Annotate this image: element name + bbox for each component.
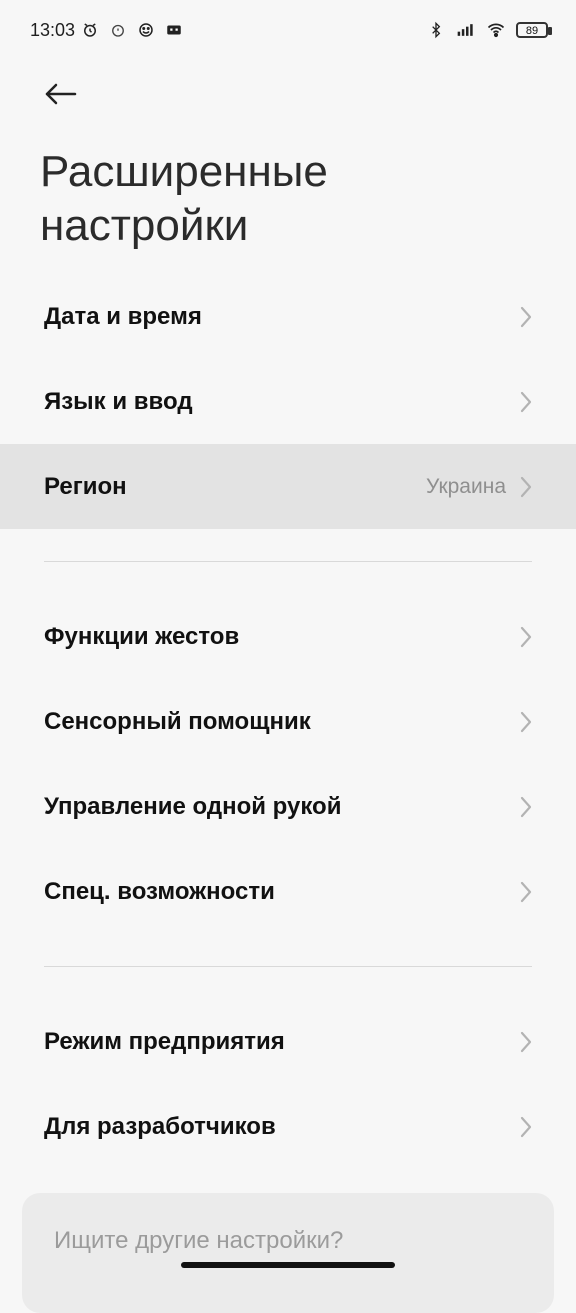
settings-row-right [520,711,532,733]
battery-icon: 89 [516,22,552,38]
settings-row-label: Спец. возможности [44,877,275,905]
settings-row-right [520,1031,532,1053]
page-title-line-2: настройки [40,201,249,250]
arrow-left-icon [45,83,77,105]
settings-row-region[interactable]: Регион Украина [0,444,576,529]
battery-level: 89 [525,25,539,37]
search-other-settings-card[interactable]: Ищите другие настройки? [22,1193,554,1313]
section-divider [44,561,532,562]
status-bar: 13:03 89 [0,0,576,64]
chevron-right-icon [520,391,532,412]
settings-row-gestures[interactable]: Функции жестов [0,594,576,679]
settings-row-touch-assistant[interactable]: Сенсорный помощник [0,679,576,764]
settings-row-right [520,391,532,413]
settings-row-label: Управление одной рукой [44,792,342,820]
settings-row-right [520,1116,532,1138]
wifi-icon [486,20,506,40]
settings-row-label: Сенсорный помощник [44,707,311,735]
settings-row-right: Украина [426,475,532,499]
alarm-outline-icon [108,20,128,40]
signal-icon [456,20,476,40]
settings-list: Дата и время Язык и ввод Регион Украина … [0,274,576,1169]
settings-row-developers[interactable]: Для разработчиков [0,1084,576,1169]
page-title-line-1: Расширенные [40,147,328,196]
game-icon [164,20,184,40]
settings-row-label: Язык и ввод [44,387,193,415]
alarm-icon [80,20,100,40]
status-time: 13:03 [30,20,76,40]
search-other-settings-text: Ищите другие настройки? [54,1227,344,1254]
settings-row-value: Украина [426,474,506,498]
chevron-right-icon [520,711,532,732]
home-indicator[interactable] [181,1262,395,1268]
settings-row-enterprise-mode[interactable]: Режим предприятия [0,999,576,1084]
settings-row-right [520,626,532,648]
status-left-icons [80,20,184,40]
settings-row-right [520,306,532,328]
settings-row-accessibility[interactable]: Спец. возможности [0,849,576,934]
chevron-right-icon [520,1031,532,1052]
settings-row-one-handed[interactable]: Управление одной рукой [0,764,576,849]
settings-row-label: Функции жестов [44,622,240,650]
settings-row-label: Дата и время [44,302,202,330]
emoji-icon [136,20,156,40]
bluetooth-icon [426,20,446,40]
settings-row-right [520,881,532,903]
back-button[interactable] [38,72,82,116]
settings-row-date-time[interactable]: Дата и время [0,274,576,359]
section-divider [44,966,532,967]
chevron-right-icon [520,881,532,902]
settings-row-label: Режим предприятия [44,1027,285,1055]
chevron-right-icon [520,626,532,647]
chevron-right-icon [520,306,532,327]
settings-row-label: Регион [44,472,127,500]
chevron-right-icon [520,1116,532,1137]
status-right-icons: 89 [426,20,552,40]
chevron-right-icon [520,476,532,497]
page-title: Расширенные настройки [40,145,328,253]
settings-row-language-input[interactable]: Язык и ввод [0,359,576,444]
chevron-right-icon [520,796,532,817]
settings-row-label: Для разработчиков [44,1112,276,1140]
settings-row-right [520,796,532,818]
